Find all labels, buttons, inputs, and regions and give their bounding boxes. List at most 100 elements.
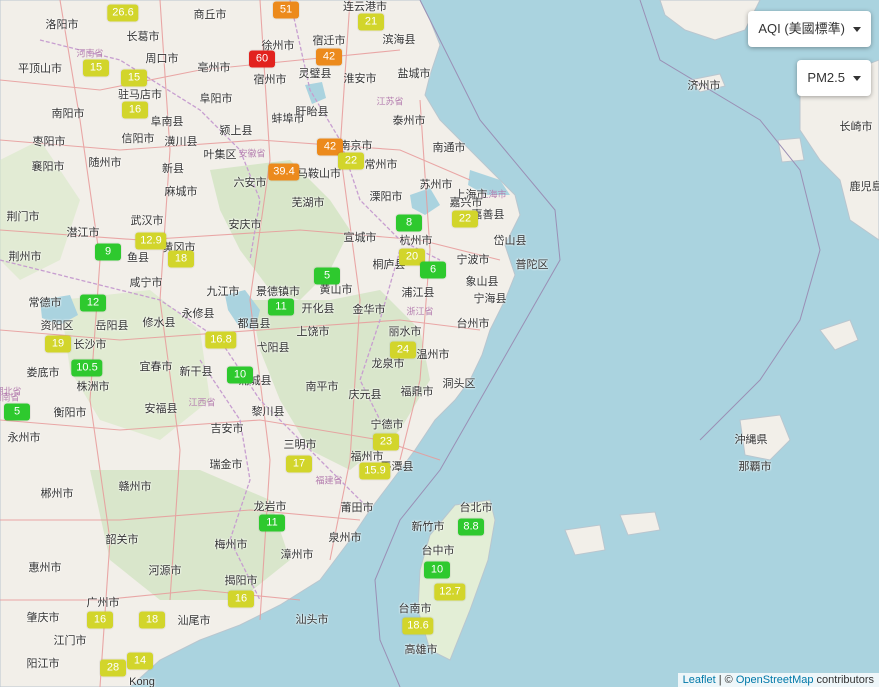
city-label: 襄阳市: [31, 161, 65, 173]
station-marker[interactable]: 12: [80, 294, 106, 312]
station-marker[interactable]: 11: [259, 514, 285, 532]
city-label: 庆元县: [348, 389, 382, 401]
city-label: 麻城市: [164, 186, 198, 198]
attribution-contributors: contributors: [813, 674, 874, 686]
station-marker[interactable]: 10: [424, 561, 450, 579]
city-label: 弋阳县: [256, 342, 290, 354]
station-marker[interactable]: 15: [121, 69, 147, 87]
city-label: 滨海县: [382, 34, 416, 46]
station-marker[interactable]: 22: [452, 210, 478, 228]
city-label: 汕尾市: [177, 615, 211, 627]
station-marker[interactable]: 12.7: [434, 583, 466, 601]
city-label: 新干县: [179, 366, 213, 378]
station-marker[interactable]: 39.4: [268, 163, 300, 181]
station-marker[interactable]: 16.8: [205, 331, 237, 349]
station-marker[interactable]: 5: [4, 403, 30, 421]
station-marker[interactable]: 16: [228, 590, 254, 608]
city-label: 肇庆市: [26, 612, 60, 624]
station-marker[interactable]: 15.9: [359, 462, 391, 480]
station-marker[interactable]: 42: [316, 48, 342, 66]
city-label: 广州市: [86, 597, 120, 609]
city-label: 沖縄県: [734, 434, 768, 446]
map-canvas[interactable]: 湖北省河南省安徽省江苏省浙江省江西省湖南省福建省上海市 洛阳市商丘市连云港市滨海…: [0, 0, 879, 687]
city-label: 河源市: [148, 565, 182, 577]
city-label: 洞头区: [442, 378, 476, 390]
city-label: 长葛市: [126, 31, 160, 43]
city-label: 宁波市: [456, 254, 490, 266]
station-marker[interactable]: 28: [100, 659, 126, 677]
city-label: 六安市: [233, 177, 267, 189]
station-marker[interactable]: 5: [314, 267, 340, 285]
station-marker[interactable]: 14: [127, 652, 153, 670]
city-label: 韶关市: [105, 534, 139, 546]
station-marker[interactable]: 18: [139, 611, 165, 629]
city-label: 岳阳县: [95, 320, 129, 332]
city-label: 济州市: [687, 80, 721, 92]
chevron-down-icon: [853, 27, 861, 33]
city-label: 九江市: [206, 286, 240, 298]
station-marker[interactable]: 16: [87, 611, 113, 629]
city-label: 常德市: [28, 297, 62, 309]
station-marker[interactable]: 23: [373, 433, 399, 451]
city-label: 杭州市: [399, 235, 433, 247]
station-marker[interactable]: 12.9: [135, 232, 167, 250]
city-label: 盐城市: [397, 68, 431, 80]
city-label: 安福县: [144, 403, 178, 415]
city-label: 宁海县: [473, 293, 507, 305]
city-label: 高雄市: [404, 644, 438, 656]
city-label: 淮安市: [343, 73, 377, 85]
city-label: 泰州市: [392, 115, 426, 127]
osm-link[interactable]: OpenStreetMap: [736, 674, 814, 686]
station-marker[interactable]: 19: [45, 335, 71, 353]
station-marker[interactable]: 8.8: [458, 518, 484, 536]
city-label: 阜阳市: [199, 93, 233, 105]
city-label: 吉安市: [210, 423, 244, 435]
city-label: 普陀区: [515, 259, 549, 271]
city-label: 揭阳市: [224, 575, 258, 587]
city-label: 新县: [162, 163, 184, 175]
station-marker[interactable]: 10.5: [71, 359, 103, 377]
station-marker[interactable]: 15: [83, 59, 109, 77]
station-marker[interactable]: 26.6: [107, 4, 139, 22]
station-marker[interactable]: 6: [420, 261, 446, 279]
city-label: 漳州市: [280, 549, 314, 561]
station-marker[interactable]: 22: [338, 152, 364, 170]
station-marker[interactable]: 21: [358, 13, 384, 31]
city-label: 鱼县: [127, 252, 149, 264]
city-label: 平顶山市: [18, 63, 62, 75]
map-attribution: Leaflet | © OpenStreetMap contributors: [677, 673, 879, 687]
station-marker[interactable]: 51: [273, 1, 299, 19]
city-label: 芜湖市: [291, 197, 325, 209]
city-label: 三明市: [283, 439, 317, 451]
station-marker[interactable]: 11: [268, 298, 294, 316]
city-label: 阳江市: [26, 658, 60, 670]
city-label: 郴州市: [40, 488, 74, 500]
station-marker[interactable]: 9: [95, 243, 121, 261]
city-label: 宿迁市: [312, 35, 346, 47]
aqi-metric-dropdown[interactable]: AQI (美國標準): [748, 11, 871, 47]
city-label: 福鼎市: [400, 386, 434, 398]
station-marker[interactable]: 60: [249, 50, 275, 68]
city-label: 灵璧县: [298, 68, 332, 80]
attribution-separator: | ©: [715, 674, 736, 686]
station-marker[interactable]: 18.6: [402, 617, 434, 635]
station-marker[interactable]: 8: [396, 214, 422, 232]
station-marker[interactable]: 17: [286, 455, 312, 473]
province-label: 河南省: [76, 48, 104, 59]
pollutant-dropdown[interactable]: PM2.5: [797, 60, 871, 96]
station-marker[interactable]: 24: [390, 341, 416, 359]
city-label: 汕头市: [295, 614, 329, 626]
province-label: 安徽省: [238, 148, 266, 159]
leaflet-link[interactable]: Leaflet: [683, 674, 716, 686]
station-marker[interactable]: 16: [122, 101, 148, 119]
city-label: 泉州市: [328, 532, 362, 544]
city-label: 咸宁市: [129, 277, 163, 289]
city-label: 修水县: [142, 317, 176, 329]
city-label: 苏州市: [419, 179, 453, 191]
city-label: 宜春市: [139, 361, 173, 373]
city-label: 驻马店市: [118, 89, 162, 101]
city-label: 永州市: [7, 432, 41, 444]
station-marker[interactable]: 18: [168, 250, 194, 268]
station-marker[interactable]: 10: [227, 366, 253, 384]
city-label: 信阳市: [121, 133, 155, 145]
